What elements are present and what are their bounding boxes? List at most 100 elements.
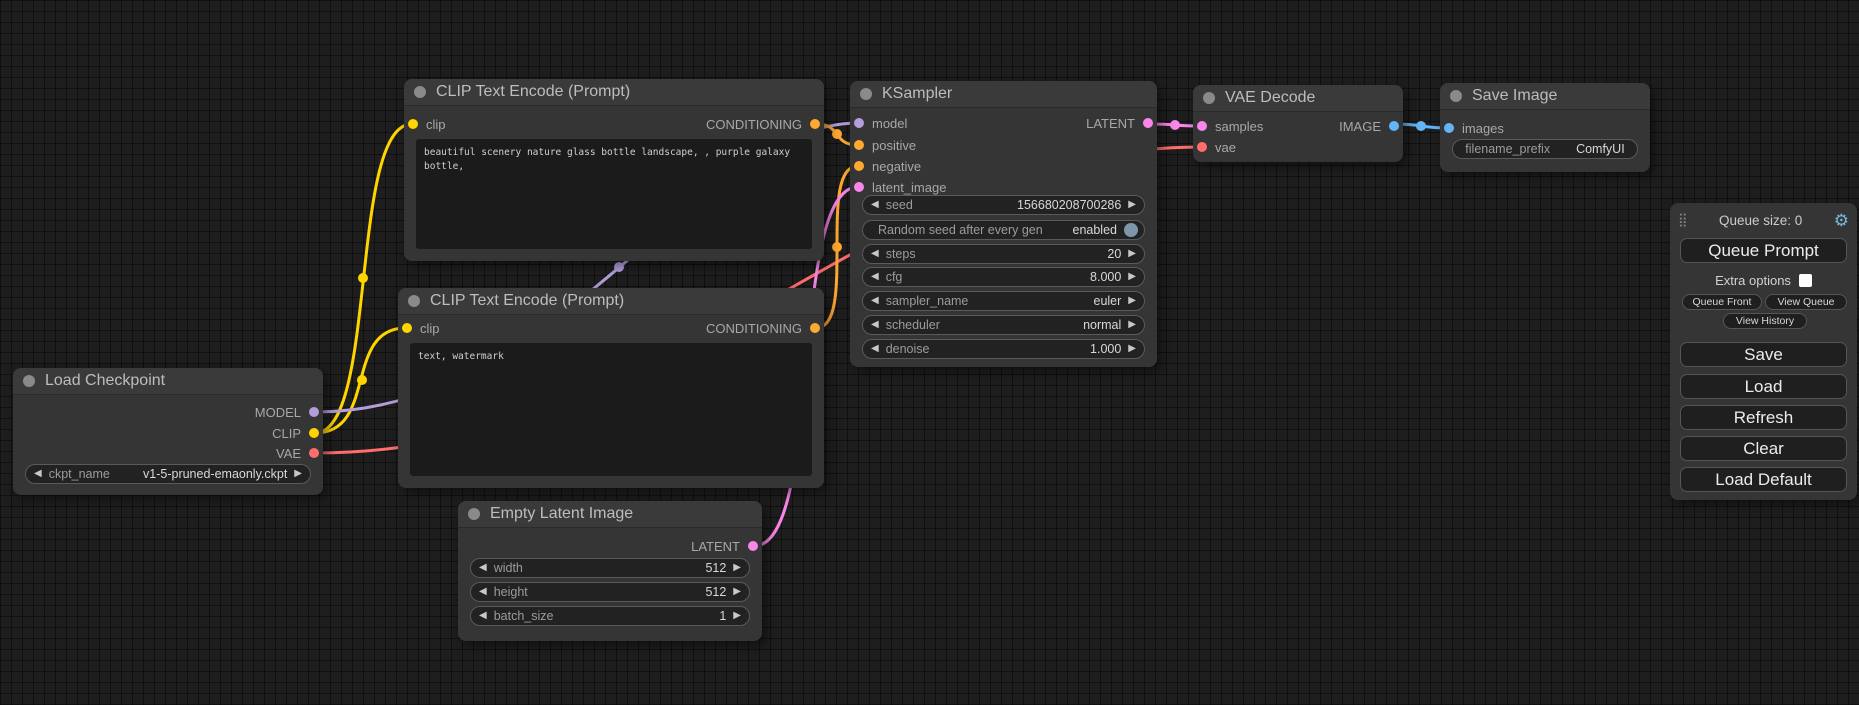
batch-size-number-widget[interactable]: batch_size 1: [470, 606, 750, 626]
queue-prompt-button[interactable]: Queue Prompt: [1680, 238, 1847, 263]
decrement-arrow-icon[interactable]: [871, 272, 879, 282]
slot-label: samples: [1215, 119, 1263, 134]
conditioning-slot-dot[interactable]: [810, 119, 820, 129]
widget-label: batch_size: [494, 609, 554, 623]
increment-arrow-icon[interactable]: [733, 611, 741, 621]
decrement-arrow-icon[interactable]: [479, 611, 487, 621]
collapse-dot-icon[interactable]: [860, 88, 872, 100]
decrement-arrow-icon[interactable]: [871, 200, 879, 210]
image-slot-dot[interactable]: [1389, 121, 1399, 131]
slot-label: clip: [420, 321, 440, 336]
clip-slot-dot[interactable]: [408, 119, 418, 129]
node-title-bar[interactable]: VAE Decode: [1193, 85, 1403, 112]
slot-label: LATENT: [1086, 116, 1135, 131]
drag-handle-icon[interactable]: ⣿: [1678, 212, 1688, 228]
ckpt-name-combo[interactable]: ckpt_name v1-5-pruned-emaonly.ckpt: [25, 464, 311, 484]
save-button[interactable]: Save: [1680, 342, 1847, 367]
increment-arrow-icon[interactable]: [1128, 249, 1136, 259]
clip-slot-dot[interactable]: [402, 323, 412, 333]
node-clip-text-encode-positive[interactable]: CLIP Text Encode (Prompt) clip CONDITION…: [404, 79, 824, 261]
toggle-knob-icon[interactable]: [1124, 223, 1138, 237]
node-vae-decode[interactable]: VAE Decode samples IMAGE vae: [1193, 85, 1403, 162]
increment-arrow-icon[interactable]: [1128, 320, 1136, 330]
seed-number-widget[interactable]: seed 156680208700286: [862, 195, 1145, 215]
widget-value: 8.000: [1090, 270, 1121, 284]
node-title-bar[interactable]: Load Checkpoint: [13, 368, 323, 395]
node-graph-canvas[interactable]: Load Checkpoint MODEL CLIP VAE ckpt_name…: [0, 0, 1859, 705]
input-slot-clip: clip: [408, 114, 446, 134]
decrement-arrow-icon[interactable]: [871, 320, 879, 330]
scheduler-combo[interactable]: scheduler normal: [862, 315, 1145, 335]
increment-arrow-icon[interactable]: [1128, 296, 1136, 306]
link-midpoint-dot: [832, 129, 842, 139]
node-clip-text-encode-negative[interactable]: CLIP Text Encode (Prompt) clip CONDITION…: [398, 288, 824, 488]
collapse-dot-icon[interactable]: [1450, 90, 1462, 102]
width-number-widget[interactable]: width 512: [470, 558, 750, 578]
input-slot-samples: samples: [1197, 116, 1263, 136]
decrement-arrow-icon[interactable]: [871, 296, 879, 306]
node-title: KSampler: [882, 85, 952, 103]
sampler-name-combo[interactable]: sampler_name euler: [862, 291, 1145, 311]
positive-prompt-textarea[interactable]: beautiful scenery nature glass bottle la…: [416, 139, 812, 249]
increment-arrow-icon[interactable]: [733, 587, 741, 597]
collapse-dot-icon[interactable]: [414, 86, 426, 98]
increment-arrow-icon[interactable]: [294, 469, 302, 479]
conditioning-slot-dot[interactable]: [810, 323, 820, 333]
model-slot-dot[interactable]: [854, 118, 864, 128]
increment-arrow-icon[interactable]: [1128, 344, 1136, 354]
latent-slot-dot[interactable]: [748, 541, 758, 551]
node-title-bar[interactable]: CLIP Text Encode (Prompt): [404, 79, 824, 106]
latent-slot-dot[interactable]: [854, 182, 864, 192]
cfg-number-widget[interactable]: cfg 8.000: [862, 267, 1145, 287]
height-number-widget[interactable]: height 512: [470, 582, 750, 602]
widget-value: 20: [1107, 247, 1121, 261]
node-ksampler[interactable]: KSampler model LATENT positive negative …: [850, 81, 1157, 367]
extra-options-checkbox[interactable]: [1799, 274, 1812, 287]
decrement-arrow-icon[interactable]: [871, 249, 879, 259]
latent-slot-dot[interactable]: [1143, 118, 1153, 128]
image-slot-dot[interactable]: [1444, 123, 1454, 133]
vae-slot-dot[interactable]: [309, 448, 319, 458]
node-save-image[interactable]: Save Image images filename_prefix ComfyU…: [1440, 83, 1650, 172]
negative-prompt-textarea[interactable]: text, watermark: [410, 343, 812, 476]
load-default-button[interactable]: Load Default: [1680, 467, 1847, 492]
settings-gear-icon[interactable]: ⚙: [1834, 212, 1849, 229]
steps-number-widget[interactable]: steps 20: [862, 244, 1145, 264]
node-title-bar[interactable]: Empty Latent Image: [458, 501, 762, 528]
widget-label: denoise: [886, 342, 930, 356]
filename-prefix-widget[interactable]: filename_prefix ComfyUI: [1452, 139, 1638, 159]
conditioning-slot-dot[interactable]: [854, 161, 864, 171]
decrement-arrow-icon[interactable]: [479, 587, 487, 597]
queue-front-button[interactable]: Queue Front: [1682, 294, 1762, 310]
node-empty-latent-image[interactable]: Empty Latent Image LATENT width 512 heig…: [458, 501, 762, 641]
load-button[interactable]: Load: [1680, 374, 1847, 399]
increment-arrow-icon[interactable]: [1128, 200, 1136, 210]
view-queue-button[interactable]: View Queue: [1765, 294, 1847, 310]
denoise-number-widget[interactable]: denoise 1.000: [862, 339, 1145, 359]
node-load-checkpoint[interactable]: Load Checkpoint MODEL CLIP VAE ckpt_name…: [13, 368, 323, 495]
slot-label: latent_image: [872, 180, 946, 195]
decrement-arrow-icon[interactable]: [34, 469, 42, 479]
clear-button[interactable]: Clear: [1680, 436, 1847, 461]
decrement-arrow-icon[interactable]: [479, 563, 487, 573]
node-title-bar[interactable]: CLIP Text Encode (Prompt): [398, 288, 824, 315]
node-title-bar[interactable]: KSampler: [850, 81, 1157, 108]
conditioning-slot-dot[interactable]: [854, 140, 864, 150]
input-slot-clip: clip: [402, 318, 440, 338]
random-seed-toggle-widget[interactable]: Random seed after every gen enabled: [862, 220, 1145, 240]
increment-arrow-icon[interactable]: [733, 563, 741, 573]
collapse-dot-icon[interactable]: [408, 295, 420, 307]
node-title-bar[interactable]: Save Image: [1440, 83, 1650, 110]
collapse-dot-icon[interactable]: [23, 375, 35, 387]
vae-slot-dot[interactable]: [1197, 142, 1207, 152]
clip-slot-dot[interactable]: [309, 428, 319, 438]
view-history-button[interactable]: View History: [1723, 313, 1807, 329]
latent-slot-dot[interactable]: [1197, 121, 1207, 131]
widget-label: sampler_name: [886, 294, 969, 308]
increment-arrow-icon[interactable]: [1128, 272, 1136, 282]
decrement-arrow-icon[interactable]: [871, 344, 879, 354]
model-slot-dot[interactable]: [309, 407, 319, 417]
collapse-dot-icon[interactable]: [468, 508, 480, 520]
collapse-dot-icon[interactable]: [1203, 92, 1215, 104]
refresh-button[interactable]: Refresh: [1680, 405, 1847, 430]
